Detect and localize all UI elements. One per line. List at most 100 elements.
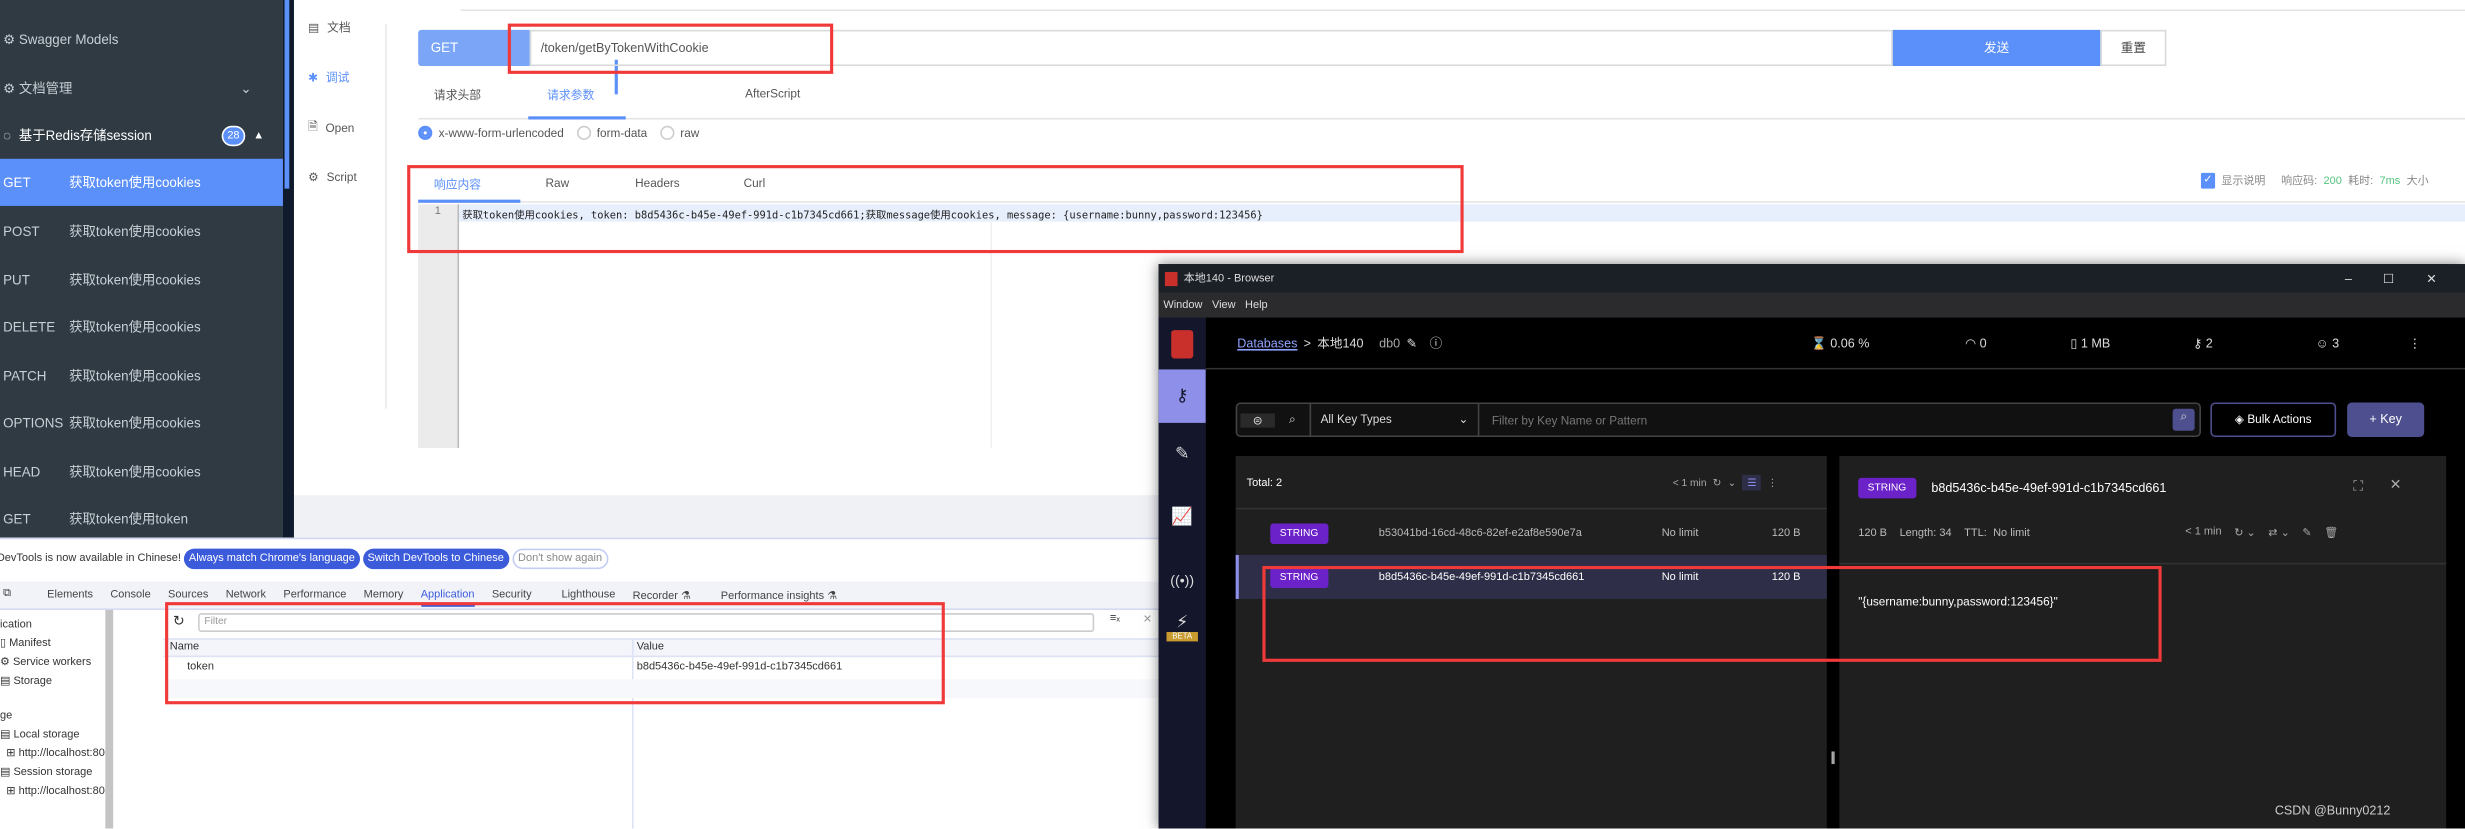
subnav-open[interactable]: 🗎 Open — [308, 118, 354, 138]
tab-console[interactable]: Console — [110, 590, 150, 607]
triggers-icon[interactable]: ⚡ BETA — [1159, 612, 1206, 659]
menu-help[interactable]: Help — [1245, 299, 1268, 310]
tab-afterscript[interactable]: AfterScript — [745, 86, 800, 100]
resize-handle[interactable] — [1831, 751, 1835, 765]
sidebar-item-get-token[interactable]: GET 获取token使用token — [0, 495, 283, 542]
radio-form-data[interactable]: form-data — [576, 125, 647, 140]
pubsub-icon[interactable]: ((•)) — [1159, 549, 1206, 612]
divider — [1839, 562, 2447, 565]
subnav-script[interactable]: ⚙ Script — [308, 170, 357, 184]
fullscreen-icon[interactable]: ⛶ — [2353, 478, 2363, 495]
redis-logo-icon — [1164, 271, 1178, 286]
sidebar-scrollbar[interactable] — [282, 0, 294, 538]
highlight-url — [507, 23, 834, 74]
tab-underline — [528, 116, 626, 120]
clients-stat: ☺ 3 — [2315, 335, 2340, 350]
side-local-storage[interactable]: ▤ Local storage — [0, 726, 105, 745]
side-service-workers[interactable]: ⚙ Service workers — [0, 654, 105, 673]
keys-stat: ⚷ 2 — [2193, 335, 2213, 350]
highlight-cookie — [165, 602, 945, 705]
chevron-down-icon[interactable]: ⌄ — [1728, 476, 1737, 489]
sidebar-item-post[interactable]: POST 获取token使用cookies — [0, 208, 283, 255]
bulk-actions-button[interactable]: ◈ Bulk Actions — [2210, 402, 2337, 438]
sidebar-group-redis-session[interactable]: ◌ 基于Redis存储session 28 ▲ — [0, 112, 283, 159]
layers-icon: ◈ — [2234, 411, 2245, 427]
tab-request-params[interactable]: 请求参数 — [547, 86, 594, 103]
list-view-icon[interactable]: ☰ — [1742, 474, 1762, 491]
edit-icon[interactable]: ✎ — [2302, 527, 2311, 539]
minimize-button[interactable]: – — [2345, 271, 2352, 285]
refresh-icon[interactable]: ↻ — [1713, 476, 1722, 489]
radio-raw[interactable]: raw — [659, 125, 699, 140]
gear-icon: ⚙ — [3, 30, 16, 47]
subnav-doc[interactable]: ▤ 文档 — [308, 19, 351, 36]
browser-nav-key-icon[interactable]: ⚷ — [1158, 369, 1206, 423]
cpu-stat: ⌛ 0.06 % — [1811, 335, 1870, 350]
format-icon[interactable]: ⇄ ⌄ — [2268, 527, 2290, 539]
sidebar-item-get[interactable]: GET 获取token使用cookies — [0, 158, 283, 206]
search-icon[interactable]: ⌕ — [2172, 408, 2195, 431]
refresh-icon[interactable]: ↻ ⌄ — [2234, 527, 2256, 539]
sidebar-item-options[interactable]: OPTIONS 获取token使用cookies — [0, 399, 283, 446]
close-detail-icon[interactable]: ✕ — [2390, 476, 2402, 493]
switch-chinese-button[interactable]: Switch DevTools to Chinese — [362, 548, 509, 570]
analysis-icon[interactable]: 📈 — [1159, 486, 1206, 549]
always-match-button[interactable]: Always match Chrome's language — [184, 548, 360, 570]
user-icon: ☺ — [2315, 335, 2329, 350]
maximize-button[interactable]: ☐ — [2383, 271, 2394, 285]
memory-icon: ▯ — [2070, 335, 2078, 350]
sidebar-item-swagger-models[interactable]: ⚙ Swagger Models — [0, 16, 283, 63]
document-icon: ▤ — [308, 20, 320, 35]
side-session-storage[interactable]: ▤ Session storage — [0, 764, 105, 783]
side-session-origin[interactable]: ⊞ http://localhost:8080 — [0, 783, 105, 802]
body-type-radios: x-www-form-urlencoded form-data raw — [418, 125, 699, 140]
more-icon[interactable]: ⋮ — [2408, 336, 2421, 350]
sidebar-item-put[interactable]: PUT 获取token使用cookies — [0, 256, 283, 303]
subnav-debug[interactable]: ✱ 调试 — [308, 69, 349, 86]
close-window-button[interactable]: ✕ — [2426, 271, 2437, 285]
ops-stat: ◠ 0 — [1965, 335, 1987, 350]
filter-bar: ⊜ ⌕ All Key Types ⌄ Filter by Key Name or… — [1235, 402, 2201, 438]
device-toggle-icon[interactable]: ⧉ — [3, 588, 11, 601]
workbench-icon[interactable]: ✎ — [1159, 423, 1206, 486]
sidebar-item-patch[interactable]: PATCH 获取token使用cookies — [0, 352, 283, 399]
send-button[interactable]: 发送 — [1892, 29, 2101, 67]
info-icon[interactable]: ⓘ — [1430, 334, 1443, 351]
sidebar-item-head[interactable]: HEAD 获取token使用cookies — [0, 448, 283, 495]
side-storage[interactable]: ▤ Storage — [0, 673, 105, 692]
side-manifest[interactable]: ▯ Manifest — [0, 635, 105, 654]
tab-elements[interactable]: Elements — [47, 590, 93, 607]
watermark: CSDN @Bunny0212 — [2274, 803, 2391, 818]
menu-view[interactable]: View — [1212, 299, 1236, 310]
side-local-origin[interactable]: ⊞ http://localhost:8080 — [0, 745, 105, 764]
sidebar-item-delete[interactable]: DELETE 获取token使用cookies — [0, 303, 283, 350]
close-icon[interactable]: ✕ — [1143, 613, 1152, 626]
reset-button[interactable]: 重置 — [2100, 29, 2167, 67]
menu-window[interactable]: Window — [1163, 299, 1202, 310]
search-mode-icon[interactable]: ⌕ — [1275, 412, 1310, 428]
title-bar: 本地140 - Browser – ☐ ✕ — [1158, 264, 2465, 293]
key-filter-input[interactable]: Filter by Key Name or Pattern — [1479, 413, 2172, 427]
code-divider — [990, 221, 992, 449]
radio-urlencoded[interactable]: x-www-form-urlencoded — [418, 125, 564, 140]
file-icon: 🗎 — [308, 119, 318, 134]
top-tabs-strip — [460, 0, 2465, 12]
add-key-button[interactable]: + Key — [2347, 402, 2425, 438]
tree-view-icon[interactable]: ⋮ — [1767, 476, 1777, 489]
tabs-divider — [418, 117, 2465, 120]
delete-icon[interactable]: 🗑 — [2324, 527, 2338, 539]
sidebar-item-doc-manage[interactable]: ⚙ 文档管理 ⌄ — [0, 64, 283, 111]
clear-all-icon[interactable]: ≡ₓ — [1110, 613, 1120, 624]
filter-type-icon[interactable]: ⊜ — [1240, 412, 1275, 427]
breadcrumb-databases[interactable]: Databases — [1237, 336, 1297, 350]
tab-request-headers[interactable]: 请求头部 — [434, 86, 481, 103]
key-type-select[interactable]: All Key Types ⌄ — [1309, 404, 1480, 436]
flask-icon: ⚗ — [827, 591, 838, 603]
highlight-redis-key — [1262, 565, 2162, 662]
list-toolbar: < 1 min ↻ ⌄ ☰ ⋮ — [1673, 474, 1778, 491]
edit-icon[interactable]: ✎ — [1406, 336, 1417, 350]
dont-show-button[interactable]: Don't show again — [511, 548, 609, 570]
key-row[interactable]: STRING b53041bd-16cd-48c6-82ef-e2af8e590… — [1236, 511, 1827, 555]
sidebar-scrollbar[interactable] — [105, 609, 114, 829]
show-desc-checkbox[interactable]: ✓ — [2200, 172, 2216, 189]
